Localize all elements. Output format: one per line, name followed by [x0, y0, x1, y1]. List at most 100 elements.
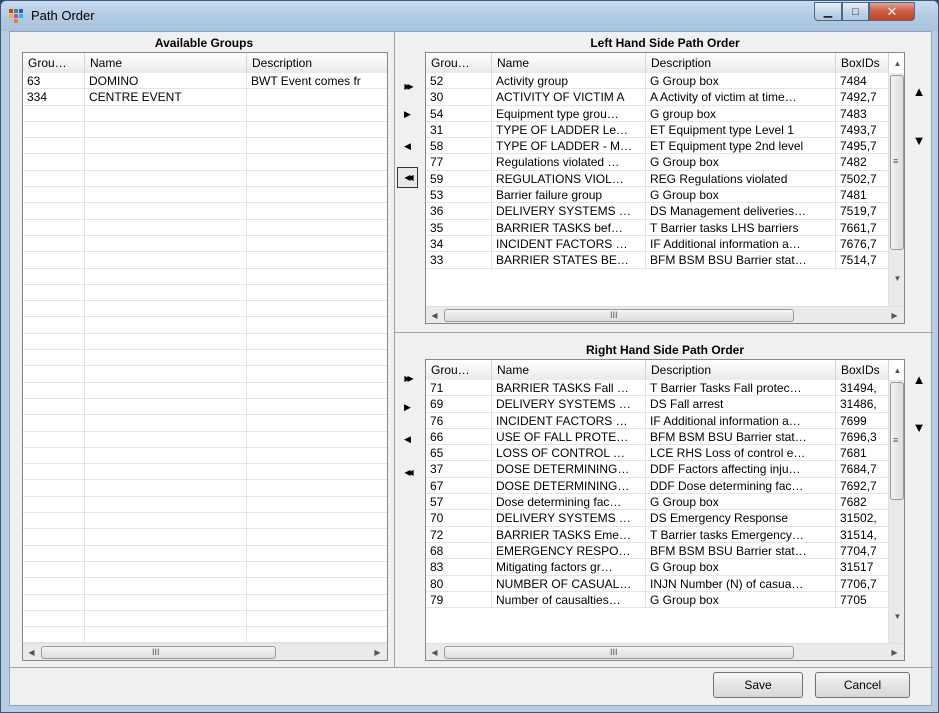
table-cell: 37	[426, 461, 492, 478]
table-cell: DS Management deliveries…	[646, 203, 836, 220]
table-row[interactable]: 69 DELIVERY SYSTEMS … DS Fall arrest 31486,	[426, 396, 889, 413]
cancel-button[interactable]: Cancel	[815, 672, 910, 698]
maximize-button[interactable]: □	[842, 2, 869, 21]
close-button[interactable]: ✕	[869, 2, 915, 21]
empty-row	[23, 464, 387, 481]
scroll-right-icon[interactable]: ▶	[886, 307, 903, 323]
table-cell: TYPE OF LADDER Le…	[492, 121, 646, 139]
table-cell	[85, 382, 247, 399]
column-header[interactable]: Description	[247, 53, 387, 73]
table-cell	[85, 138, 247, 155]
table-cell: 59	[426, 170, 492, 188]
scroll-thumb[interactable]: ≡	[890, 382, 904, 500]
horizontal-scrollbar[interactable]: ◀ III ▶	[426, 643, 904, 660]
table-row[interactable]: 79 Number of causalties… G Group box 7705	[426, 591, 889, 609]
table-cell: 31486,	[836, 396, 889, 413]
scroll-thumb[interactable]: III	[444, 646, 794, 659]
move-left-button[interactable]: ◀	[397, 429, 418, 450]
grid-body: 71 BARRIER TASKS Fall … T Barrier Tasks Fa…	[426, 380, 889, 609]
column-header[interactable]: Name	[492, 53, 646, 73]
scroll-up-icon[interactable]: ▲	[889, 55, 904, 72]
table-cell	[85, 480, 247, 497]
grid-body: 52 Activity group G Group box 7484 30 ACTIVIT…	[426, 73, 889, 269]
column-header[interactable]: Description	[646, 53, 836, 73]
column-header[interactable]: Description	[646, 360, 836, 380]
rhs-move-up-button[interactable]: ▲	[908, 366, 930, 392]
table-row[interactable]: 65 LOSS OF CONTROL … LCE RHS Loss of contr…	[426, 445, 889, 462]
column-header[interactable]: BoxIDs	[836, 360, 889, 380]
scroll-left-icon[interactable]: ◀	[426, 307, 443, 323]
save-button[interactable]: Save	[713, 672, 803, 698]
table-cell: 69	[426, 396, 492, 413]
move-all-right-button[interactable]: ▶▶	[397, 368, 418, 389]
table-row[interactable]: 80 NUMBER OF CASUAL… INJN Number (N) of ca…	[426, 575, 889, 592]
table-row[interactable]: 54 Equipment type grou… G group box 7483	[426, 105, 889, 122]
table-row[interactable]: 30 ACTIVITY OF VICTIM AA Activity of vict…	[426, 89, 889, 106]
table-row[interactable]: 59 REGULATIONS VIOL… REG Regulations viola…	[426, 170, 889, 188]
scroll-up-icon[interactable]: ▲	[889, 362, 904, 379]
table-row[interactable]: 334 CENTRE EVENT	[23, 89, 387, 106]
table-row[interactable]: 67 DOSE DETERMINING… DDF Dose determining …	[426, 477, 889, 495]
table-row[interactable]: 76 INCIDENT FACTORS … IF Additional inform…	[426, 412, 889, 429]
table-row[interactable]: 70 DELIVERY SYSTEMS … DS Emergency Respons…	[426, 510, 889, 527]
available-groups-grid[interactable]: Grou… Name Description 63 DOMINO BWT Event…	[22, 52, 388, 661]
table-row[interactable]: 53 Barrier failure group G Group box 7481	[426, 187, 889, 204]
table-row[interactable]: 72 BARRIER TASKS Eme… T Barrier tasks Emer…	[426, 526, 889, 543]
table-cell: DELIVERY SYSTEMS …	[492, 510, 646, 527]
horizontal-scrollbar[interactable]: ◀ III ▶	[426, 306, 904, 323]
table-row[interactable]: 63 DOMINO BWT Event comes fr	[23, 73, 387, 90]
move-all-left-button[interactable]: ◀◀	[397, 167, 418, 188]
move-left-button[interactable]: ◀	[397, 136, 418, 157]
table-row[interactable]: 35 BARRIER TASKS bef… T Barrier tasks LHS …	[426, 219, 889, 236]
scroll-down-icon[interactable]: ▼	[889, 270, 904, 287]
table-cell	[23, 170, 85, 188]
scroll-thumb[interactable]: III	[41, 646, 276, 659]
table-row[interactable]: 77 Regulations violated … G Group box 7482	[426, 154, 889, 171]
table-cell	[23, 578, 85, 595]
table-cell: INCIDENT FACTORS …	[492, 235, 646, 253]
table-row[interactable]: 71 BARRIER TASKS Fall … T Barrier Tasks Fa…	[426, 380, 889, 397]
table-row[interactable]: 57 Dose determining fac… G Group box 7682	[426, 494, 889, 511]
horizontal-scrollbar[interactable]: ◀ III ▶	[23, 643, 387, 660]
column-header[interactable]: Name	[492, 360, 646, 380]
lhs-move-down-button[interactable]: ▼	[908, 127, 930, 153]
table-row[interactable]: 66 USE OF FALL PROTE… BFM BSM BSU Barrier …	[426, 428, 889, 446]
table-row[interactable]: 58 TYPE OF LADDER - M… ET Equipment type 2…	[426, 138, 889, 155]
table-row[interactable]: 37 DOSE DETERMINING… DDF Factors affecting…	[426, 461, 889, 478]
column-header[interactable]: Grou…	[426, 360, 492, 380]
rhs-move-down-button[interactable]: ▼	[908, 414, 930, 440]
scroll-down-icon[interactable]: ▼	[889, 608, 904, 625]
scroll-left-icon[interactable]: ◀	[426, 644, 443, 660]
table-row[interactable]: 52 Activity group G Group box 7484	[426, 73, 889, 90]
table-row[interactable]: 68 EMERGENCY RESPO… BFM BSM BSU Barrier st…	[426, 542, 889, 560]
scroll-thumb[interactable]: ≡	[890, 75, 904, 250]
vertical-scrollbar[interactable]: ▲ ≡ ▼	[888, 59, 904, 306]
scroll-right-icon[interactable]: ▶	[369, 644, 386, 660]
move-all-right-button[interactable]: ▶▶	[397, 76, 418, 97]
table-row[interactable]: 33 BARRIER STATES BE… BFM BSM BSU Barrier …	[426, 252, 889, 269]
scroll-right-icon[interactable]: ▶	[886, 644, 903, 660]
column-header[interactable]: Name	[85, 53, 247, 73]
table-row[interactable]: 36 DELIVERY SYSTEMS … DS Management delive…	[426, 203, 889, 220]
double-arrow-left-icon: ◀◀	[404, 173, 413, 182]
table-cell: USE OF FALL PROTE…	[492, 428, 646, 446]
column-header[interactable]: Grou…	[23, 53, 85, 73]
move-right-button[interactable]: ▶	[397, 397, 418, 418]
move-all-left-button[interactable]: ◀◀	[397, 462, 418, 483]
move-right-button[interactable]: ▶	[397, 104, 418, 125]
scroll-left-icon[interactable]: ◀	[23, 644, 40, 660]
vertical-scrollbar[interactable]: ▲ ≡ ▼	[888, 366, 904, 643]
lhs-move-up-button[interactable]: ▲	[908, 78, 930, 104]
table-row[interactable]: 34 INCIDENT FACTORS … IF Additional inform…	[426, 235, 889, 253]
table-cell	[247, 236, 387, 253]
column-header[interactable]: BoxIDs	[836, 53, 889, 73]
table-row[interactable]: 31 TYPE OF LADDER Le… ET Equipment type Le…	[426, 121, 889, 139]
column-header[interactable]: Grou…	[426, 53, 492, 73]
minimize-button[interactable]: ▁	[814, 2, 842, 21]
rhs-path-grid[interactable]: Grou… Name Description BoxIDs 71 BARRIER …	[425, 359, 905, 661]
scroll-thumb[interactable]: III	[444, 309, 794, 322]
lhs-path-grid[interactable]: Grou… Name Description BoxIDs 52 Activity…	[425, 52, 905, 324]
table-row[interactable]: 83 Mitigating factors gr… G Group box 31517	[426, 559, 889, 576]
table-cell: Barrier failure group	[492, 187, 646, 204]
panel-divider	[394, 32, 395, 667]
